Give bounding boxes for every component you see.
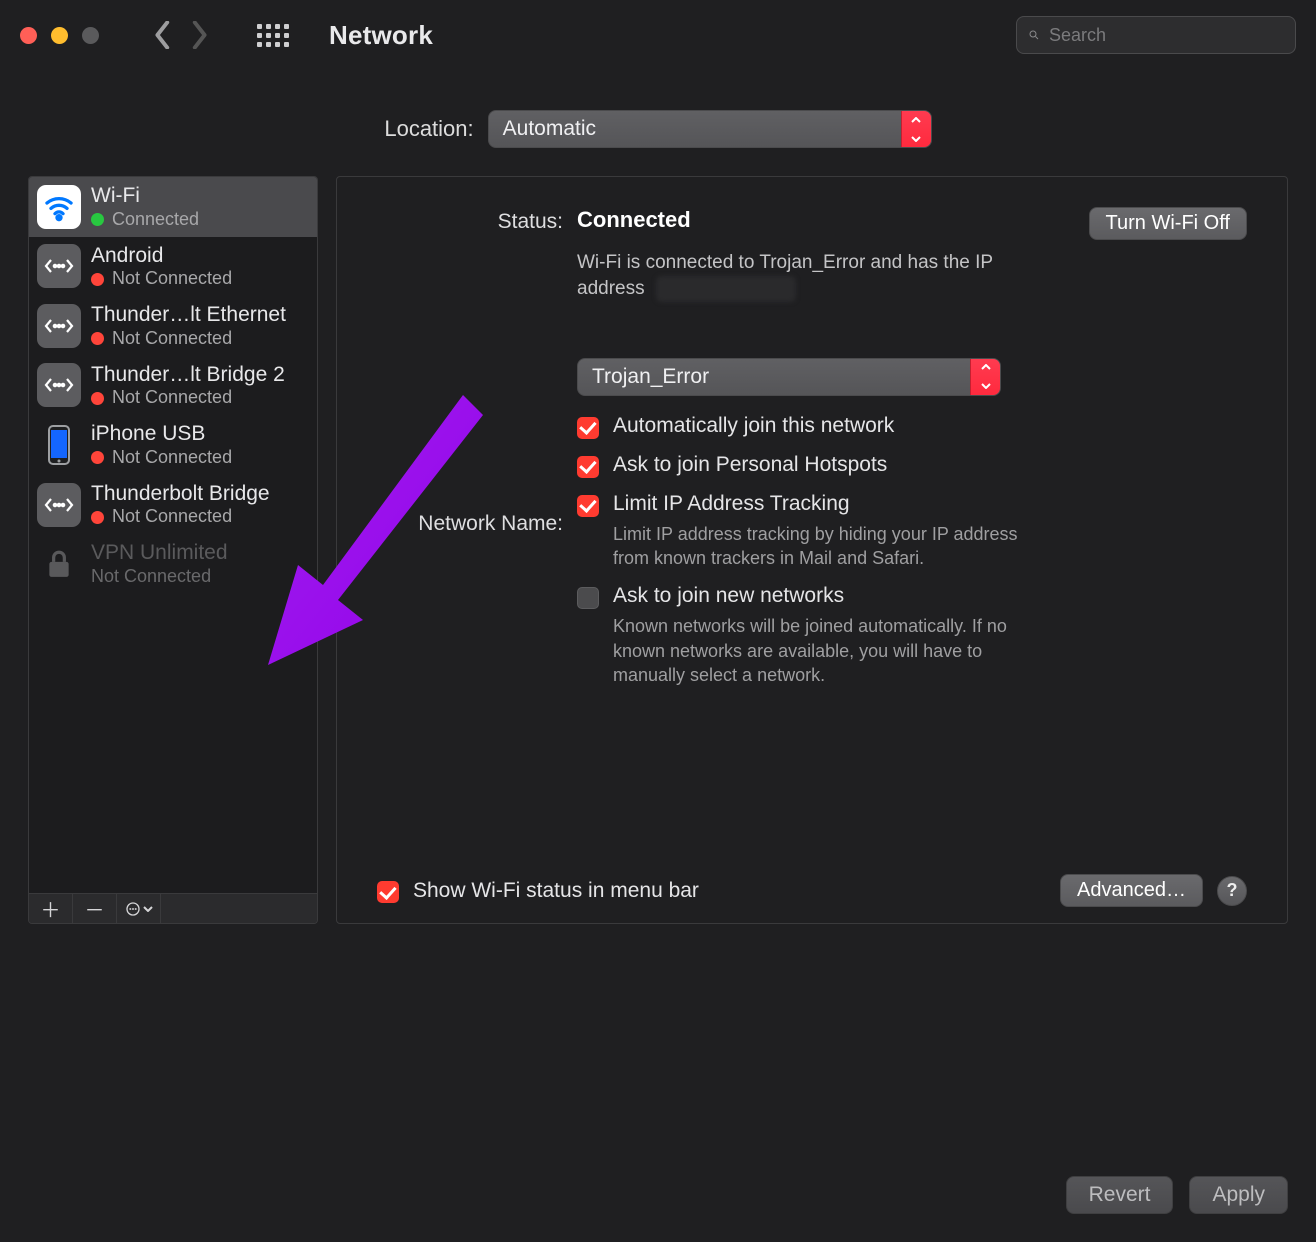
checkbox-icon xyxy=(577,417,599,439)
sidebar-item[interactable]: AndroidNot Connected xyxy=(29,237,317,297)
network-name-row: Network Name: Trojan_Error Automatically… xyxy=(377,358,1247,687)
interface-status: Not Connected xyxy=(91,387,309,409)
detail-footer: Show Wi-Fi status in menu bar Advanced… … xyxy=(377,864,1247,907)
lock-icon xyxy=(37,542,81,586)
status-dot-icon xyxy=(91,213,104,226)
interface-status: Not Connected xyxy=(91,328,309,350)
status-value: Connected xyxy=(577,207,691,233)
sidebar-footer: ＋ － xyxy=(29,893,317,923)
detail-panel: Status: Connected Turn Wi-Fi Off Wi-Fi i… xyxy=(336,176,1288,924)
checkbox-label: Ask to join Personal Hotspots xyxy=(613,453,1247,477)
dropdown-stepper-icon xyxy=(970,359,1000,395)
checkbox-label: Automatically join this network xyxy=(613,414,1247,438)
interface-title: Thunderbolt Bridge xyxy=(91,481,309,507)
nav-buttons xyxy=(151,23,211,47)
interface-options-button[interactable] xyxy=(117,894,161,923)
checkbox-label: Ask to join new networks xyxy=(613,584,1247,608)
interface-title: Android xyxy=(91,243,309,269)
wifi-option-checkbox[interactable]: Ask to join Personal Hotspots xyxy=(577,453,1247,478)
network-name-value: Trojan_Error xyxy=(592,365,709,389)
forward-button[interactable] xyxy=(187,23,211,47)
location-row: Location: Automatic xyxy=(0,110,1316,148)
status-dot-icon xyxy=(91,273,104,286)
interface-status: Not Connected xyxy=(91,447,309,469)
checkbox-icon xyxy=(577,587,599,609)
status-dot-icon xyxy=(91,392,104,405)
checkbox-label: Limit IP Address Tracking xyxy=(613,492,1247,516)
window-title: Network xyxy=(329,20,433,51)
status-row: Status: Connected Turn Wi-Fi Off Wi-Fi i… xyxy=(377,207,1247,302)
checkbox-icon xyxy=(377,881,399,903)
wifi-toggle-button[interactable]: Turn Wi-Fi Off xyxy=(1089,207,1247,240)
interface-status: Not Connected xyxy=(91,268,309,290)
status-label: Status: xyxy=(377,207,563,234)
interface-sidebar: Wi-FiConnectedAndroidNot ConnectedThunde… xyxy=(28,176,318,924)
interface-title: VPN Unlimited xyxy=(91,540,309,566)
bridge-icon xyxy=(37,363,81,407)
status-dot-icon xyxy=(91,511,104,524)
status-description: Wi-Fi is connected to Trojan_Error and h… xyxy=(577,250,1007,302)
location-dropdown[interactable]: Automatic xyxy=(488,110,932,148)
wifi-option-checkbox[interactable]: Ask to join new networks Known networks w… xyxy=(577,584,1247,687)
help-button[interactable]: ? xyxy=(1217,876,1247,906)
sidebar-item[interactable]: Thunderbolt BridgeNot Connected xyxy=(29,475,317,535)
sidebar-item[interactable]: Thunder…lt EthernetNot Connected xyxy=(29,296,317,356)
wifi-icon xyxy=(37,185,81,229)
wifi-options: Automatically join this network Ask to jo… xyxy=(577,414,1247,687)
location-label: Location: xyxy=(384,116,473,142)
checkbox-description: Limit IP address tracking by hiding your… xyxy=(613,522,1023,571)
bridge-icon xyxy=(37,304,81,348)
location-value: Automatic xyxy=(503,117,596,141)
remove-interface-button[interactable]: － xyxy=(73,894,117,923)
wifi-option-checkbox[interactable]: Limit IP Address Tracking Limit IP addres… xyxy=(577,492,1247,571)
revert-button[interactable]: Revert xyxy=(1066,1176,1174,1214)
main-area: Wi-FiConnectedAndroidNot ConnectedThunde… xyxy=(0,148,1316,924)
sidebar-item[interactable]: Thunder…lt Bridge 2Not Connected xyxy=(29,356,317,416)
checkbox-icon xyxy=(577,456,599,478)
sidebar-item[interactable]: iPhone USBNot Connected xyxy=(29,415,317,475)
bridge-icon xyxy=(37,483,81,527)
interface-status: Not Connected xyxy=(91,506,309,528)
back-button[interactable] xyxy=(151,23,175,47)
search-field[interactable] xyxy=(1016,16,1296,54)
status-dot-icon xyxy=(91,332,104,345)
interface-title: Wi-Fi xyxy=(91,183,309,209)
close-window-button[interactable] xyxy=(20,27,37,44)
interface-title: iPhone USB xyxy=(91,421,309,447)
interface-list: Wi-FiConnectedAndroidNot ConnectedThunde… xyxy=(29,177,317,893)
window-actions: Revert Apply xyxy=(1066,1176,1288,1214)
sidebar-item[interactable]: VPN UnlimitedNot Connected xyxy=(29,534,317,594)
checkbox-icon xyxy=(577,495,599,517)
show-all-prefs-button[interactable] xyxy=(257,24,289,47)
interface-status: Not Connected xyxy=(91,566,309,588)
wifi-option-checkbox[interactable]: Automatically join this network xyxy=(577,414,1247,439)
iphone-icon xyxy=(37,423,81,467)
add-interface-button[interactable]: ＋ xyxy=(29,894,73,923)
apply-button[interactable]: Apply xyxy=(1189,1176,1288,1214)
sidebar-item[interactable]: Wi-FiConnected xyxy=(29,177,317,237)
interface-status: Connected xyxy=(91,209,309,231)
window-controls xyxy=(20,27,99,44)
show-status-checkbox[interactable]: Show Wi-Fi status in menu bar xyxy=(377,878,699,903)
titlebar: Network xyxy=(0,0,1316,70)
ip-address-redacted xyxy=(656,276,796,302)
search-icon xyxy=(1029,26,1039,44)
interface-title: Thunder…lt Ethernet xyxy=(91,302,309,328)
zoom-window-button[interactable] xyxy=(82,27,99,44)
show-status-label: Show Wi-Fi status in menu bar xyxy=(413,879,699,903)
search-input[interactable] xyxy=(1047,24,1283,47)
dropdown-stepper-icon xyxy=(901,111,931,147)
checkbox-description: Known networks will be joined automatica… xyxy=(613,614,1023,687)
network-name-label: Network Name: xyxy=(377,509,563,536)
status-dot-icon xyxy=(91,451,104,464)
advanced-button[interactable]: Advanced… xyxy=(1060,874,1203,907)
network-name-dropdown[interactable]: Trojan_Error xyxy=(577,358,1001,396)
minimize-window-button[interactable] xyxy=(51,27,68,44)
bridge-icon xyxy=(37,244,81,288)
interface-title: Thunder…lt Bridge 2 xyxy=(91,362,309,388)
